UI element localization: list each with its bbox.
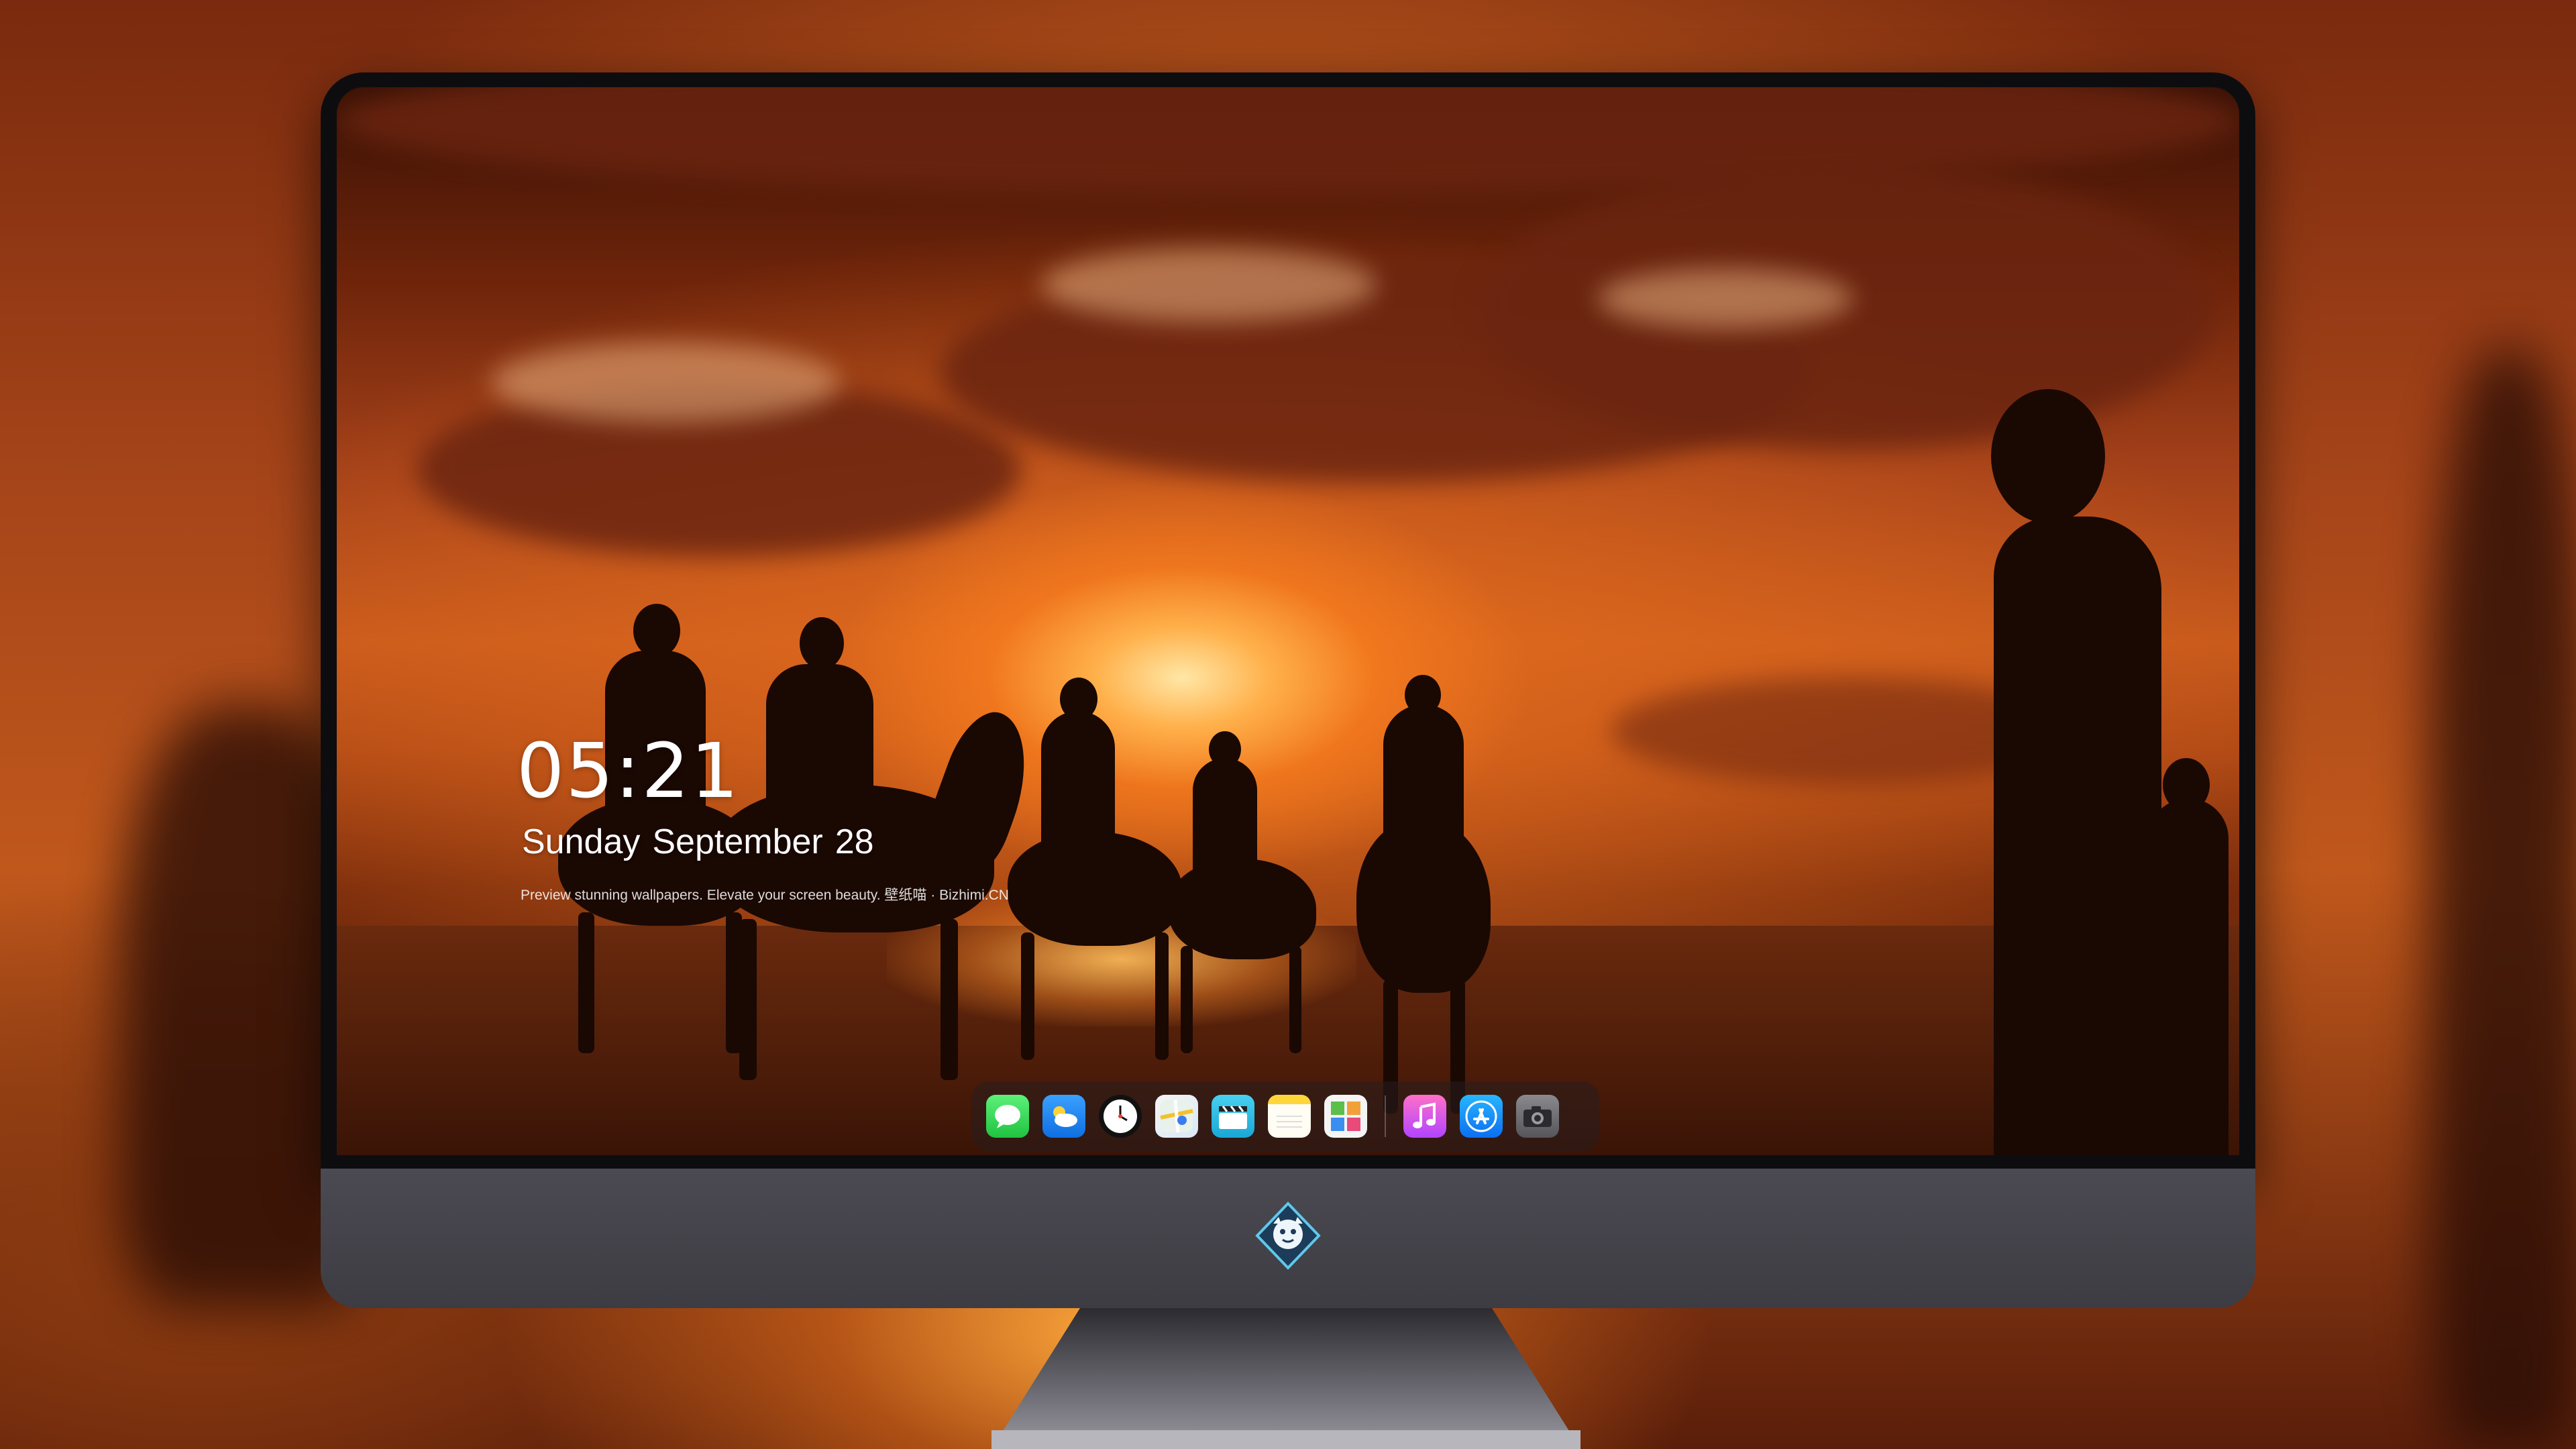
horse-leg [1181,946,1193,1053]
rider-head [1405,675,1441,715]
horse-leg [739,919,757,1080]
cloud [1041,248,1377,322]
rider-head [800,617,844,669]
music-note-icon[interactable] [1403,1095,1446,1138]
rider-silhouette [1193,758,1257,879]
dock-separator [1385,1095,1386,1137]
map-icon[interactable] [1155,1095,1198,1138]
clapperboard-icon[interactable] [1212,1095,1254,1138]
clock-icon[interactable] [1099,1095,1142,1138]
message-bubble-icon[interactable] [986,1095,1029,1138]
rider-head [1060,678,1097,720]
date-month: September [652,822,823,861]
cloud [1598,268,1853,329]
cloud [1477,168,2215,449]
cloud [491,342,840,423]
rider-head [1209,731,1241,767]
photo-grid-icon[interactable] [1324,1095,1367,1138]
horse-leg [578,912,594,1053]
horse-leg [1021,932,1034,1060]
wallpaper-tagline: Preview stunning wallpapers. Elevate you… [521,888,1009,903]
dock [971,1081,1599,1151]
person-head [1991,389,2105,523]
rider-silhouette [1383,704,1464,865]
date-day: 28 [835,822,874,861]
monitor-stand [991,1308,1580,1449]
camera-icon[interactable] [1516,1095,1559,1138]
distant-person-silhouette [2148,798,2229,1155]
rider-silhouette [1041,711,1115,859]
lock-screen[interactable] [337,87,2239,1155]
blurred-person-right [2428,349,2576,1449]
monitor-stand-base [991,1430,1580,1449]
notes-icon[interactable] [1268,1095,1311,1138]
app-store-icon[interactable] [1460,1095,1503,1138]
person-head [2163,758,2210,812]
brand-logo-icon [1253,1201,1323,1271]
lock-screen-clock: 05:21 [517,728,740,815]
horse-leg [941,919,958,1080]
lock-screen-date: Sunday September 28 [522,822,886,862]
horse-leg [1289,946,1301,1053]
rider-head [633,604,680,657]
cloud-sun-icon[interactable] [1042,1095,1085,1138]
standing-person-silhouette [1994,517,2161,1155]
horse-leg [1155,932,1169,1060]
date-weekday: Sunday [522,822,641,861]
